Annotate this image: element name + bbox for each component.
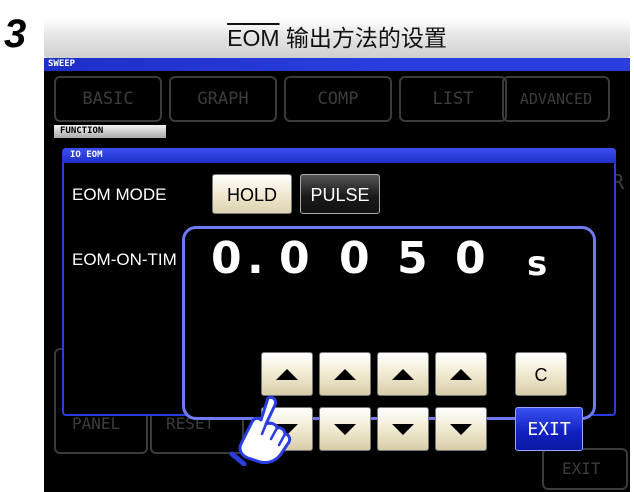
title-rest: 输出方法的设置 <box>279 25 447 51</box>
bg-exit-button: EXIT <box>562 459 601 478</box>
sweep-header: SWEEP <box>44 58 630 71</box>
eom-on-time-label: EOM-ON-TIM <box>72 250 177 269</box>
arrow-up-icon <box>392 368 414 380</box>
pulse-button[interactable]: PULSE <box>300 174 380 214</box>
eom-mode-label: EOM MODE <box>72 185 167 204</box>
tab-list[interactable]: LIST <box>399 76 507 122</box>
digit-1: 0 <box>211 233 242 284</box>
dialog-title: IO EOM <box>62 148 616 163</box>
decrement-button-2[interactable] <box>319 407 371 451</box>
arrow-up-icon <box>276 368 298 380</box>
arrow-up-icon <box>450 368 472 380</box>
unit-seconds: s <box>527 244 548 284</box>
arrow-up-icon <box>334 368 356 380</box>
arrow-down-icon <box>392 423 414 435</box>
tab-basic[interactable]: BASIC <box>54 76 162 122</box>
step-number: 3 <box>4 12 27 56</box>
increment-button-2[interactable] <box>319 352 371 396</box>
clear-button[interactable]: C <box>515 352 567 396</box>
device-screen: SWEEP BASIC GRAPH COMP LIST ADVANCED FUN… <box>44 58 630 492</box>
numeric-input-pad: 0 . 0 0 5 0 s C EXIT <box>182 226 596 451</box>
function-tab[interactable]: FUNCTION <box>54 125 166 138</box>
increment-button-4[interactable] <box>435 352 487 396</box>
decrement-button-3[interactable] <box>377 407 429 451</box>
hold-button[interactable]: HOLD <box>212 174 292 214</box>
pointing-hand-icon <box>229 396 292 466</box>
digit-4[interactable]: 5 <box>397 237 428 281</box>
page-title: EOM 输出方法的设置 <box>44 18 630 58</box>
digit-2[interactable]: 0 <box>279 237 310 281</box>
decimal-point: . <box>247 233 264 284</box>
arrow-down-icon <box>334 423 356 435</box>
digit-3[interactable]: 0 <box>339 237 370 281</box>
increment-button-3[interactable] <box>377 352 429 396</box>
arrow-down-icon <box>450 423 472 435</box>
tab-advanced[interactable]: ADVANCED <box>502 76 610 122</box>
digit-5[interactable]: 0 <box>455 237 486 281</box>
increment-button-1[interactable] <box>261 352 313 396</box>
tab-comp[interactable]: COMP <box>284 76 392 122</box>
tab-graph[interactable]: GRAPH <box>169 76 277 122</box>
exit-button[interactable]: EXIT <box>515 407 583 451</box>
title-eom: EOM <box>227 25 280 51</box>
decrement-button-4[interactable] <box>435 407 487 451</box>
bg-panel-button: PANEL <box>72 414 121 433</box>
